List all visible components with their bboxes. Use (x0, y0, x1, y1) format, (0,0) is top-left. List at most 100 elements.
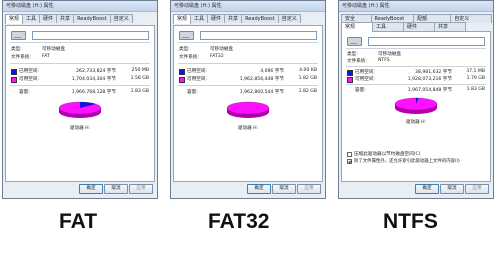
cancel-button[interactable]: 取消 (272, 184, 296, 194)
divider (10, 63, 150, 64)
tab-tools[interactable]: 工具 (22, 14, 41, 23)
type-value: 可移动磁盘 (378, 52, 401, 57)
fs-label: 文件系统: (11, 55, 31, 60)
general-panel: 类型: 可移动磁盘 文件系统: NTFS 已用空间: 38,981,632 字节… (341, 31, 491, 182)
ok-button[interactable]: 确定 (415, 184, 439, 194)
used-label: 已用空间: (19, 69, 39, 74)
free-space-swatch (11, 77, 17, 83)
divider (178, 85, 318, 86)
divider (178, 63, 318, 64)
free-label: 可用空间: (19, 77, 39, 82)
fs-value: FAT32 (210, 54, 224, 59)
tab-sharing[interactable]: 共享 (434, 22, 466, 31)
index-drive-label: 除了文件属性外，还允许索引此驱动器上文件的内容(I) (354, 159, 460, 164)
general-panel: 类型: 可移动磁盘 文件系统: FAT32 已用空间: 4,096 字节 4.0… (173, 25, 323, 182)
tab-customize[interactable]: 自定义 (109, 14, 133, 23)
removable-drive-icon (179, 31, 194, 40)
disk-usage-pie (394, 97, 438, 114)
tab-general[interactable]: 常规 (173, 14, 192, 24)
tab-general[interactable]: 常规 (5, 14, 24, 24)
type-label: 类型: (179, 47, 190, 52)
disk-usage-pie (58, 101, 102, 118)
tab-tools[interactable]: 工具 (372, 22, 404, 31)
used-space-swatch (179, 69, 185, 75)
drive-letter-label: 驱动器 H: (237, 126, 259, 131)
divider (346, 84, 486, 85)
fs-label: 文件系统: (179, 55, 199, 60)
compress-drive-checkbox[interactable] (347, 152, 352, 157)
tab-hardware[interactable]: 硬件 (39, 14, 58, 23)
tab-tools[interactable]: 工具 (190, 14, 209, 23)
divider (10, 42, 150, 43)
dialog-title: 可移动磁盘 (H:) 属性 (339, 1, 493, 12)
tab-customize[interactable]: 自定义 (277, 14, 301, 23)
pie-free-slice (226, 101, 270, 115)
tab-hardware[interactable]: 硬件 (207, 14, 226, 23)
fat-caption: FAT (59, 210, 98, 233)
cancel-button[interactable]: 取消 (440, 184, 464, 194)
tab-readyboost[interactable]: ReadyBoost (241, 14, 279, 23)
used-size: 250 MB (131, 68, 149, 73)
free-size: 1.58 GB (130, 76, 149, 81)
capacity-label: 容量: (355, 88, 366, 93)
removable-drive-icon (347, 37, 362, 46)
divider (178, 42, 318, 43)
free-bytes: 1,704,034,304 字节 (71, 77, 116, 82)
divider (10, 85, 150, 86)
removable-drive-icon (11, 31, 26, 40)
tab-strip: 常规 工具 硬件 共享 ReadyBoost 自定义 (5, 14, 155, 24)
apply-button[interactable]: 应用 (465, 184, 489, 194)
capacity-size: 1.82 GB (298, 89, 317, 94)
capacity-label: 容量: (187, 90, 198, 95)
drive-letter-label: 驱动器 H: (69, 126, 91, 131)
ok-button[interactable]: 确定 (247, 184, 271, 194)
fs-value: NTFS (378, 58, 390, 63)
general-panel: 类型: 可移动磁盘 文件系统: FAT 已用空间: 262,733,824 字节… (5, 25, 155, 182)
properties-dialog-fat: 可移动磁盘 (H:) 属性 常规 工具 硬件 共享 ReadyBoost 自定义… (2, 0, 158, 199)
used-bytes: 38,981,632 字节 (415, 70, 452, 75)
capacity-bytes: 1,967,054,848 字节 (407, 88, 452, 93)
used-bytes: 262,733,824 字节 (76, 69, 116, 74)
dialog-title: 可移动磁盘 (H:) 属性 (3, 1, 157, 12)
properties-dialog-fat32: 可移动磁盘 (H:) 属性 常规 工具 硬件 共享 ReadyBoost 自定义… (170, 0, 326, 199)
used-size: 4.00 KB (299, 68, 317, 73)
cancel-button[interactable]: 取消 (104, 184, 128, 194)
drive-name-field[interactable] (200, 31, 317, 40)
free-label: 可用空间: (355, 77, 375, 82)
used-size: 37.1 MB (466, 69, 485, 74)
drive-letter-label: 驱动器 H: (405, 120, 427, 125)
capacity-bytes: 1,962,860,544 字节 (239, 90, 284, 95)
tab-general[interactable]: 常规 (341, 22, 373, 32)
properties-dialog-ntfs: 可移动磁盘 (H:) 属性 安全 ReadyBoost 配额 自定义 常规 工具… (338, 0, 494, 199)
divider (346, 48, 486, 49)
tab-sharing[interactable]: 共享 (224, 14, 243, 23)
free-space-swatch (179, 77, 185, 83)
used-space-swatch (11, 69, 17, 75)
used-space-swatch (347, 70, 353, 76)
used-bytes: 4,096 字节 (260, 69, 284, 74)
used-label: 已用空间: (187, 69, 207, 74)
tab-hardware[interactable]: 硬件 (403, 22, 435, 31)
free-size: 1.79 GB (466, 76, 485, 81)
fat32-caption: FAT32 (208, 210, 270, 233)
apply-button[interactable]: 应用 (297, 184, 321, 194)
index-drive-checkbox[interactable] (347, 159, 352, 164)
free-bytes: 1,928,073,216 字节 (407, 77, 452, 82)
drive-name-field[interactable] (368, 37, 485, 46)
tab-readyboost[interactable]: ReadyBoost (73, 14, 111, 23)
ntfs-caption: NTFS (383, 210, 438, 233)
disk-usage-pie (226, 101, 270, 118)
apply-button[interactable]: 应用 (129, 184, 153, 194)
drive-name-field[interactable] (32, 31, 149, 40)
capacity-bytes: 1,966,768,128 字节 (71, 90, 116, 95)
divider (346, 66, 486, 67)
tab-strip: 常规 工具 硬件 共享 ReadyBoost 自定义 (173, 14, 323, 24)
ok-button[interactable]: 确定 (79, 184, 103, 194)
used-label: 已用空间: (355, 70, 375, 75)
type-value: 可移动磁盘 (42, 47, 65, 52)
dialog-title: 可移动磁盘 (H:) 属性 (171, 1, 325, 12)
tab-sharing[interactable]: 共享 (56, 14, 75, 23)
fs-value: FAT (42, 54, 50, 59)
capacity-size: 1.83 GB (466, 87, 485, 92)
free-space-swatch (347, 77, 353, 83)
